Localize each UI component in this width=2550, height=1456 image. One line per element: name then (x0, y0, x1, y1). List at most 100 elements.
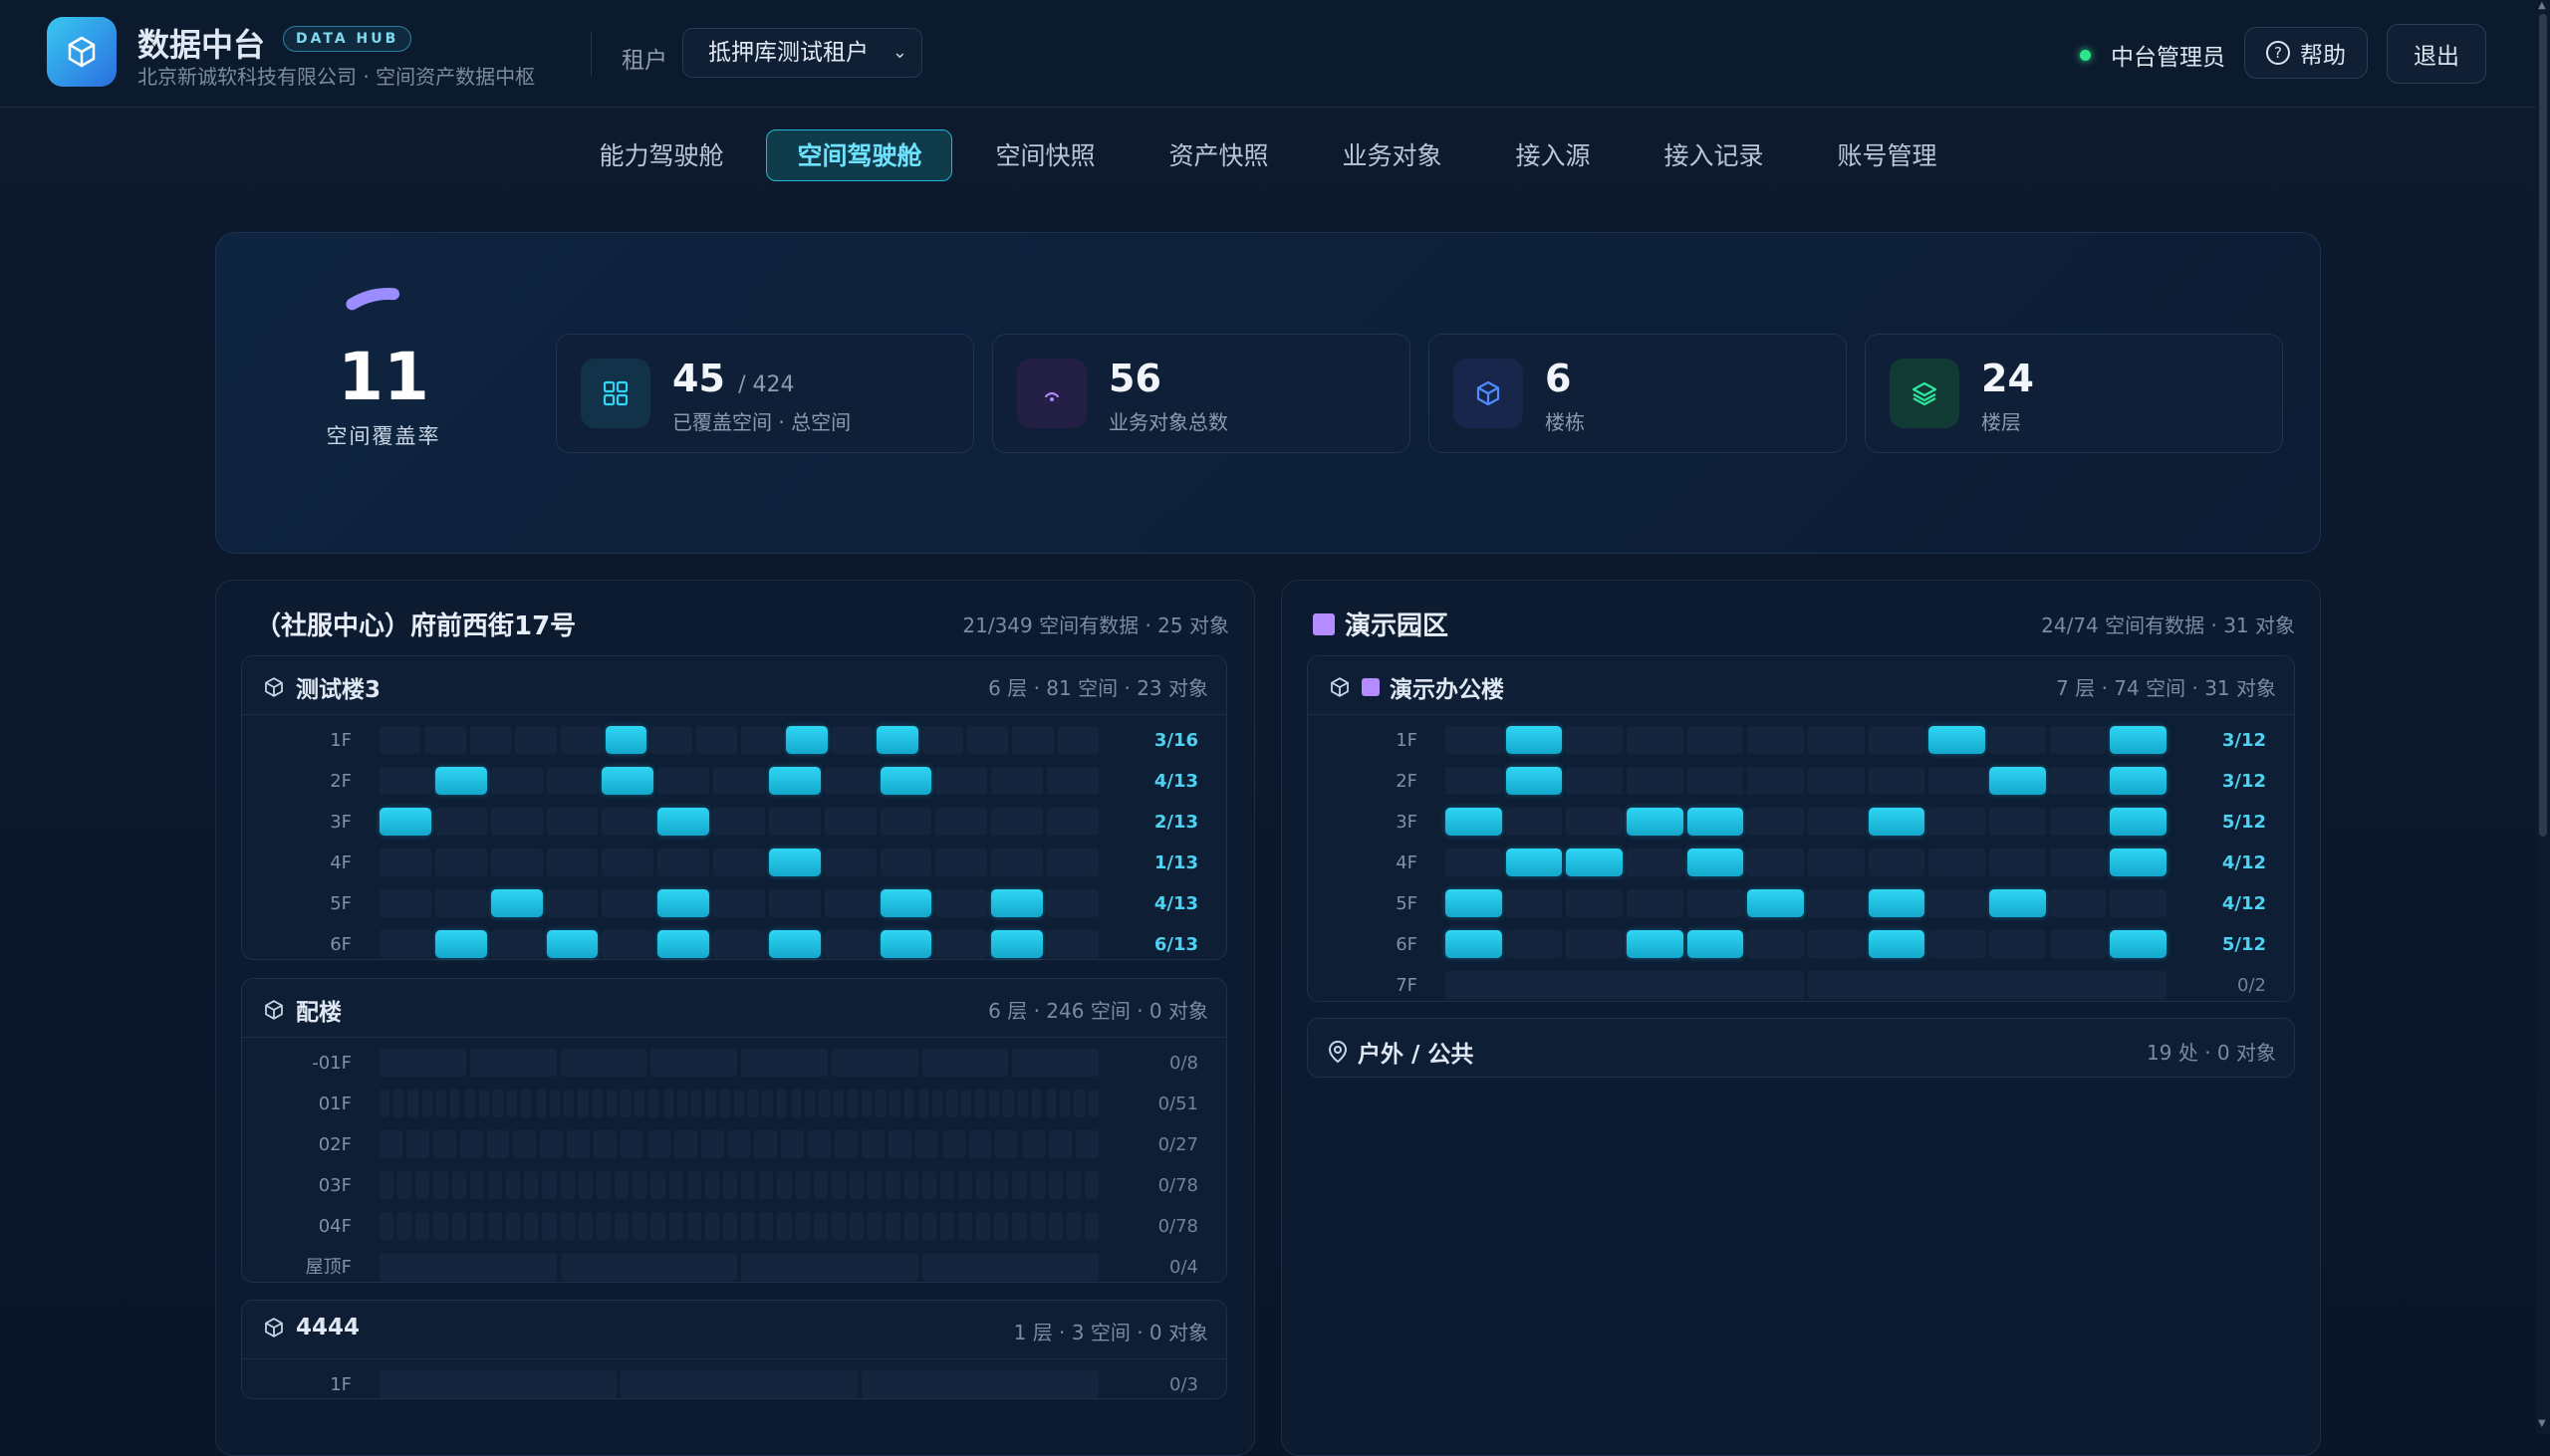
space-cell[interactable] (469, 1049, 557, 1077)
space-cell[interactable] (1445, 849, 1502, 876)
space-cell[interactable] (560, 1049, 647, 1077)
space-cell[interactable] (1627, 726, 1683, 754)
space-cell[interactable] (2049, 767, 2107, 795)
space-cell[interactable] (824, 767, 877, 795)
space-cell[interactable] (506, 1212, 521, 1240)
space-cell[interactable] (1566, 726, 1624, 754)
space-cell[interactable] (1627, 849, 1683, 876)
space-cell[interactable] (941, 1130, 965, 1158)
space-cell[interactable] (507, 1090, 518, 1117)
space-cell[interactable] (847, 1090, 858, 1117)
space-cell[interactable] (805, 1090, 816, 1117)
space-cell[interactable] (542, 1212, 557, 1240)
space-cell[interactable] (741, 726, 783, 754)
space-cell[interactable] (380, 849, 431, 876)
space-cell[interactable] (831, 1171, 847, 1199)
space-cell[interactable] (567, 1130, 591, 1158)
space-cell[interactable] (1566, 930, 1624, 958)
space-cell[interactable] (880, 930, 932, 958)
space-cell[interactable] (1747, 930, 1805, 958)
space-cell[interactable] (478, 1090, 489, 1117)
space-cell[interactable] (662, 1090, 673, 1117)
space-cell[interactable] (633, 1171, 647, 1199)
space-cell[interactable] (635, 1090, 645, 1117)
space-cell[interactable] (705, 1090, 716, 1117)
space-cell[interactable] (380, 1212, 394, 1240)
space-cell[interactable] (650, 1212, 665, 1240)
space-cell[interactable] (713, 930, 765, 958)
space-cell[interactable] (994, 1171, 1009, 1199)
space-cell[interactable] (668, 1171, 683, 1199)
space-cell[interactable] (490, 767, 543, 795)
space-cell[interactable] (1627, 889, 1683, 917)
space-cell[interactable] (421, 1090, 432, 1117)
space-cell[interactable] (966, 726, 1009, 754)
space-cell[interactable] (380, 930, 431, 958)
space-cell[interactable] (921, 1253, 1099, 1281)
space-cell[interactable] (1686, 726, 1744, 754)
space-cell[interactable] (1445, 808, 1502, 836)
space-cell[interactable] (1808, 971, 2167, 999)
space-cell[interactable] (1048, 1212, 1063, 1240)
space-cell[interactable] (768, 930, 821, 958)
space-cell[interactable] (890, 1090, 900, 1117)
space-cell[interactable] (1808, 889, 1865, 917)
space-cell[interactable] (602, 849, 654, 876)
space-cell[interactable] (515, 726, 557, 754)
space-cell[interactable] (824, 930, 877, 958)
space-cell[interactable] (1049, 1130, 1073, 1158)
space-cell[interactable] (1989, 849, 2046, 876)
space-cell[interactable] (850, 1171, 865, 1199)
space-cell[interactable] (578, 1171, 593, 1199)
space-cell[interactable] (469, 726, 512, 754)
space-cell[interactable] (1627, 930, 1683, 958)
space-cell[interactable] (676, 1090, 688, 1117)
tab-5[interactable]: 接入源 (1485, 129, 1622, 181)
space-cell[interactable] (1012, 1171, 1027, 1199)
space-cell[interactable] (795, 1171, 810, 1199)
space-cell[interactable] (695, 726, 737, 754)
space-cell[interactable] (380, 767, 431, 795)
space-cell[interactable] (451, 1212, 466, 1240)
space-cell[interactable] (704, 1171, 719, 1199)
space-cell[interactable] (777, 1212, 792, 1240)
space-cell[interactable] (2049, 808, 2107, 836)
space-cell[interactable] (1046, 1090, 1057, 1117)
space-cell[interactable] (633, 1212, 647, 1240)
tab-4[interactable]: 业务对象 (1312, 129, 1473, 181)
space-cell[interactable] (434, 849, 487, 876)
space-cell[interactable] (790, 1090, 802, 1117)
space-cell[interactable] (754, 1130, 778, 1158)
space-cell[interactable] (650, 1049, 737, 1077)
space-cell[interactable] (615, 1212, 630, 1240)
space-cell[interactable] (673, 1130, 697, 1158)
space-cell[interactable] (1445, 930, 1502, 958)
space-cell[interactable] (1445, 726, 1502, 754)
space-cell[interactable] (935, 767, 988, 795)
space-cell[interactable] (935, 849, 988, 876)
space-cell[interactable] (2049, 849, 2107, 876)
space-cell[interactable] (813, 1212, 828, 1240)
space-cell[interactable] (668, 1212, 683, 1240)
space-cell[interactable] (862, 1370, 1099, 1398)
space-cell[interactable] (380, 889, 431, 917)
space-cell[interactable] (768, 767, 821, 795)
space-cell[interactable] (903, 1212, 918, 1240)
space-cell[interactable] (903, 1171, 918, 1199)
space-cell[interactable] (564, 1090, 575, 1117)
space-cell[interactable] (606, 1090, 617, 1117)
space-cell[interactable] (1022, 1130, 1046, 1158)
space-cell[interactable] (762, 1090, 773, 1117)
space-cell[interactable] (490, 808, 543, 836)
space-cell[interactable] (524, 1171, 539, 1199)
space-cell[interactable] (795, 1212, 810, 1240)
space-cell[interactable] (380, 1253, 557, 1281)
space-cell[interactable] (415, 1212, 430, 1240)
space-cell[interactable] (886, 1212, 900, 1240)
space-cell[interactable] (994, 1212, 1009, 1240)
tab-2[interactable]: 空间快照 (964, 129, 1126, 181)
space-cell[interactable] (578, 1090, 589, 1117)
space-cell[interactable] (958, 1212, 973, 1240)
space-cell[interactable] (487, 1171, 503, 1199)
space-cell[interactable] (880, 849, 932, 876)
